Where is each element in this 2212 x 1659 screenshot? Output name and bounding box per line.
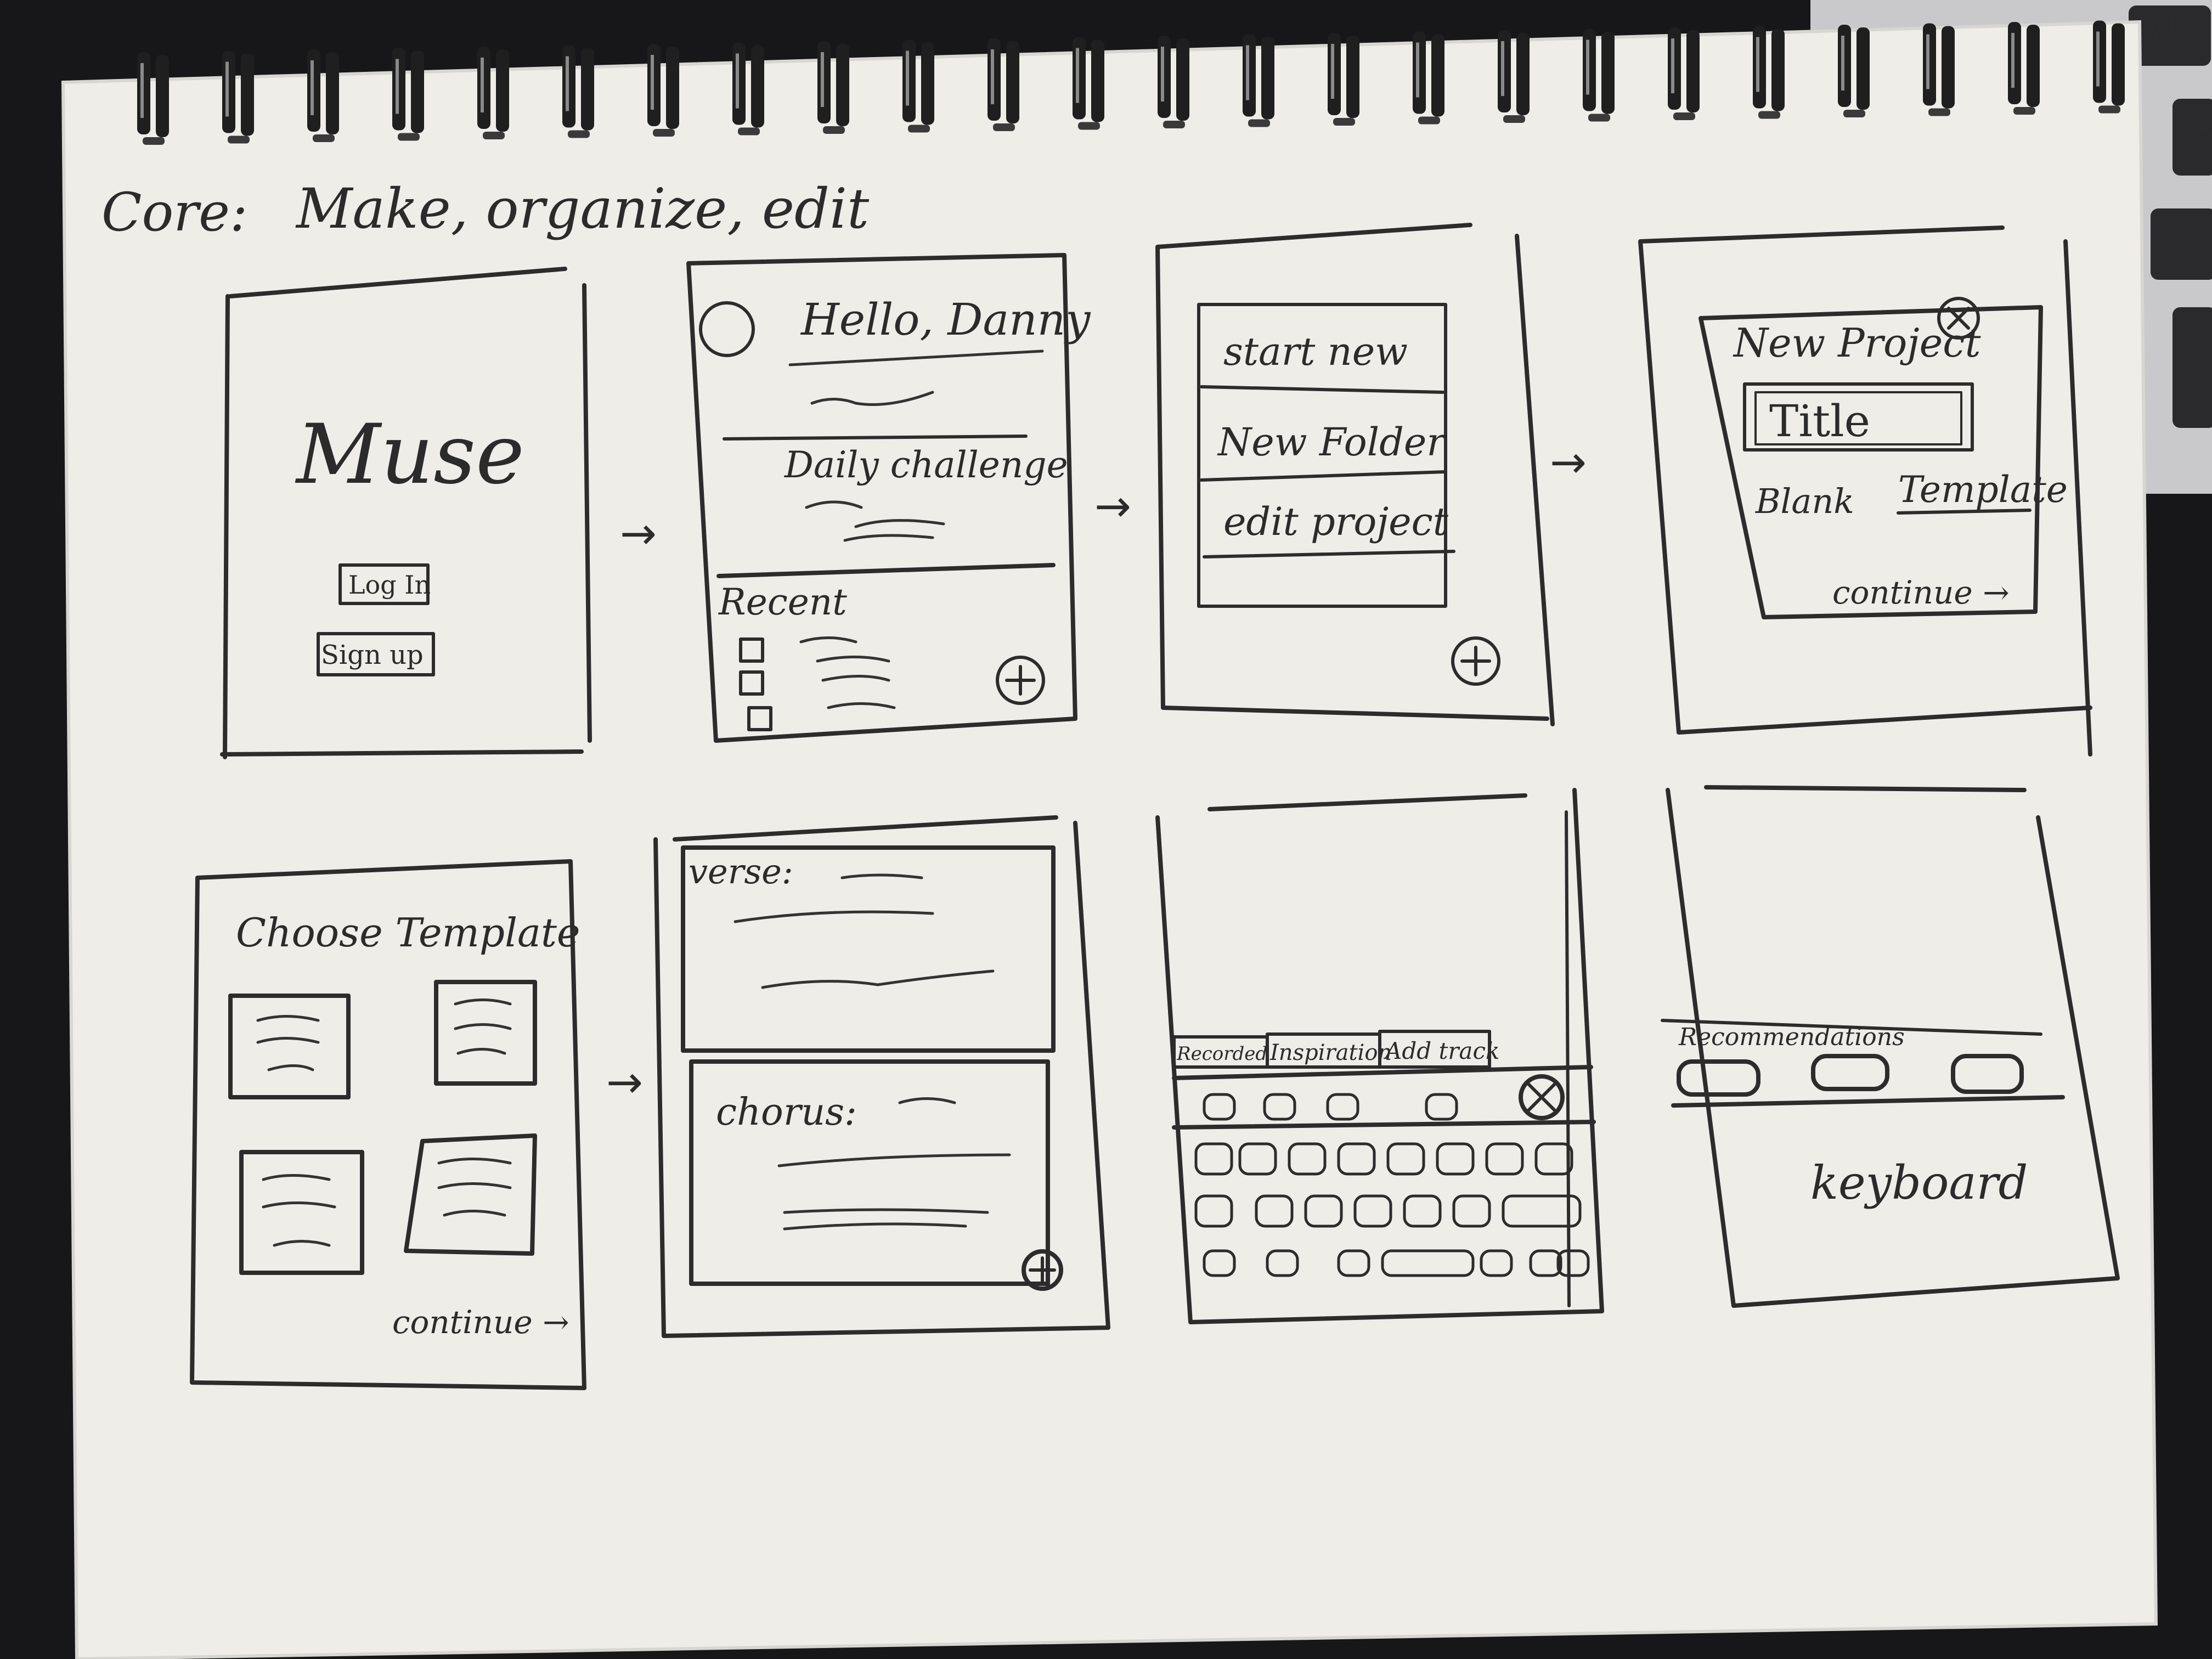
- menu-item-new-folder[interactable]: New Folder: [1217, 420, 1447, 465]
- continue-link[interactable]: continue →: [392, 1304, 569, 1341]
- keyboard-label: keyboard: [1810, 1156, 2028, 1210]
- flow-arrow-4: →: [606, 1057, 643, 1108]
- recommendations-label: Recommendations: [1678, 1023, 1905, 1051]
- continue-link[interactable]: continue →: [1832, 574, 2010, 611]
- tab-recorded-label: Recorded: [1176, 1043, 1267, 1065]
- recent-label: Recent: [718, 581, 847, 623]
- key-z-label: Z: [2164, 223, 2182, 253]
- sketch-scene: W S Z Core: Make, organize, edit Muse Lo…: [0, 0, 2212, 1659]
- choose-template-title: Choose Template: [236, 910, 580, 956]
- title-input-placeholder: Title: [1769, 396, 1870, 447]
- greeting-text: Hello, Danny: [800, 294, 1091, 345]
- chorus-label: chorus:: [716, 1091, 857, 1134]
- key-s-label: S: [2197, 116, 2212, 146]
- sketchbook-page: [63, 22, 2156, 1659]
- daily-challenge-label: Daily challenge: [784, 444, 1068, 486]
- heading-prefix: Core:: [101, 182, 247, 243]
- app-name: Muse: [295, 407, 524, 503]
- option-template[interactable]: Template: [1898, 469, 2068, 511]
- tab-add-track-label: Add track: [1383, 1037, 1499, 1064]
- flow-arrow-3: →: [1550, 437, 1587, 488]
- login-button-label: Log In: [348, 570, 431, 600]
- menu-item-edit-project[interactable]: edit project: [1223, 499, 1449, 544]
- flow-arrow-1: →: [620, 508, 657, 559]
- verse-label: verse:: [689, 851, 793, 891]
- dialog-title: New Project: [1733, 320, 1982, 366]
- tab-inspiration-label: Inspiration: [1269, 1040, 1392, 1065]
- option-blank[interactable]: Blank: [1755, 481, 1854, 521]
- signup-button-label: Sign up: [321, 640, 424, 670]
- menu-item-start-new[interactable]: start new: [1223, 329, 1408, 374]
- heading-title: Make, organize, edit: [295, 177, 870, 241]
- key-w-label: W: [2149, 14, 2175, 45]
- flow-arrow-2: →: [1094, 481, 1131, 532]
